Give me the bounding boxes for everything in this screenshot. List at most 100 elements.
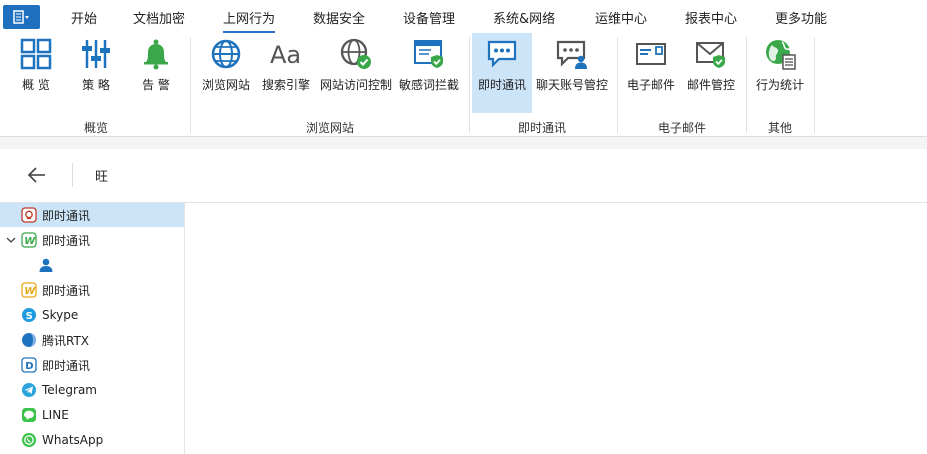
tree-item-skype[interactable]: S Skype xyxy=(0,303,184,327)
group-label-other: 其他 xyxy=(767,121,792,135)
telegram-icon xyxy=(21,382,37,398)
search-engine-label: 搜索引擎 xyxy=(261,78,310,92)
tab-device-management[interactable]: 设备管理 xyxy=(403,8,455,27)
group-separator xyxy=(190,37,191,133)
tree-item-line[interactable]: LINE xyxy=(0,403,184,427)
globe-stats-icon xyxy=(766,40,796,70)
group-label-browse: 浏览网站 xyxy=(305,121,354,135)
tree-item-user[interactable] xyxy=(0,253,184,277)
tree-label: 即时通讯 xyxy=(42,283,91,298)
back-button[interactable] xyxy=(26,164,48,186)
wangwang-w-icon: W xyxy=(21,282,37,298)
policy-label: 策 略 xyxy=(82,78,110,92)
group-separator xyxy=(617,37,618,133)
group-label-im: 即时通讯 xyxy=(517,121,566,135)
content-area xyxy=(186,203,927,454)
chat-account-control-label: 聊天账号管控 xyxy=(535,78,608,92)
chat-bubble-icon xyxy=(487,40,517,68)
tab-doc-encryption[interactable]: 文档加密 xyxy=(133,8,185,27)
dingtalk-d-icon: D xyxy=(21,357,37,373)
email-control-label: 邮件管控 xyxy=(686,78,735,92)
tree-label: 即时通讯 xyxy=(42,233,91,248)
sensitive-word-block-label: 敏感词拦截 xyxy=(398,78,459,92)
window-shield-icon xyxy=(414,40,443,68)
site-access-control-label: 网站访问控制 xyxy=(319,78,392,92)
svg-text:D: D xyxy=(25,361,33,372)
chat-account-control-button[interactable]: 聊天账号管控 xyxy=(534,33,610,113)
tree-item-qq[interactable]: 即时通讯 xyxy=(0,203,184,227)
tree-label: 腾讯RTX xyxy=(42,333,90,348)
tree-label: Telegram xyxy=(42,383,97,397)
sensitive-word-block-button[interactable]: 敏感词拦截 xyxy=(396,33,462,113)
tree-label: WhatsApp xyxy=(42,433,104,447)
svg-text:W: W xyxy=(24,286,36,297)
tab-report-center[interactable]: 报表中心 xyxy=(685,8,737,27)
rtx-icon xyxy=(21,332,37,348)
nav-title: 旺 xyxy=(95,170,109,185)
group-label-overview: 概览 xyxy=(83,121,108,135)
group-separator xyxy=(469,37,470,133)
overview-label: 概 览 xyxy=(22,78,50,92)
user-icon xyxy=(39,258,53,272)
tree-item-dingtalk[interactable]: D 即时通讯 xyxy=(0,353,184,377)
policy-sliders-icon xyxy=(82,40,110,68)
back-arrow-icon xyxy=(27,167,45,183)
tree-item-whatsapp[interactable]: WhatsApp xyxy=(0,428,184,452)
skype-icon: S xyxy=(21,307,37,323)
email-label: 电子邮件 xyxy=(626,78,675,92)
tab-internet-behavior[interactable]: 上网行为 xyxy=(223,8,276,33)
search-engine-aa-icon: Aa xyxy=(270,41,301,69)
browse-sites-button[interactable]: 浏览网站 xyxy=(198,33,254,113)
email-shield-icon xyxy=(696,42,725,68)
tree-label: 即时通讯 xyxy=(42,358,91,373)
divider-band xyxy=(0,137,927,149)
tab-ops-center[interactable]: 运维中心 xyxy=(595,8,647,27)
svg-text:S: S xyxy=(26,311,33,322)
svg-text:W: W xyxy=(24,236,36,247)
site-access-control-button[interactable]: 网站访问控制 xyxy=(318,33,394,113)
email-icon xyxy=(636,43,666,65)
tree-item-wechat[interactable]: W 即时通讯 xyxy=(0,228,184,252)
qq-icon xyxy=(21,207,37,223)
svg-text:Aa: Aa xyxy=(270,41,301,69)
line-icon xyxy=(21,407,37,423)
whatsapp-icon xyxy=(21,432,37,448)
menu-bar: 开始 文档加密 上网行为 数据安全 设备管理 系统&网络 运维中心 报表中心 更… xyxy=(0,0,927,33)
wechat-w-icon: W xyxy=(21,232,37,248)
alert-button[interactable]: 告 警 xyxy=(130,33,182,113)
globe-icon xyxy=(211,39,241,69)
tree-item-rtx[interactable]: 腾讯RTX xyxy=(0,328,184,352)
chat-user-icon xyxy=(556,40,587,69)
alert-label: 告 警 xyxy=(142,78,170,92)
browse-sites-label: 浏览网站 xyxy=(201,78,250,92)
email-control-button[interactable]: 邮件管控 xyxy=(682,33,740,113)
group-label-email: 电子邮件 xyxy=(657,121,706,135)
tree-item-telegram[interactable]: Telegram xyxy=(0,378,184,402)
search-engine-button[interactable]: Aa 搜索引擎 xyxy=(258,33,314,113)
chevron-down-icon[interactable] xyxy=(5,234,17,246)
tree-item-wangwang[interactable]: W 即时通讯 xyxy=(0,278,184,302)
nav-separator xyxy=(72,163,73,187)
app-menu-icon xyxy=(12,10,29,24)
tree-label: LINE xyxy=(42,408,69,422)
group-separator xyxy=(814,37,815,133)
app-menu-button[interactable] xyxy=(3,5,40,29)
tree-label: 即时通讯 xyxy=(42,208,91,223)
instant-messaging-button[interactable]: 即时通讯 xyxy=(472,33,532,113)
tab-more-features[interactable]: 更多功能 xyxy=(775,8,827,27)
email-button[interactable]: 电子邮件 xyxy=(622,33,680,113)
alert-bell-icon xyxy=(144,39,168,70)
overview-button[interactable]: 概 览 xyxy=(10,33,62,113)
app-tree: 即时通讯 W 即时通讯 W 即时通讯 S Skype 腾讯RTX D 即时通讯 … xyxy=(0,203,185,454)
overview-grid-icon xyxy=(20,38,52,70)
tab-start[interactable]: 开始 xyxy=(71,8,97,27)
behavior-stats-button[interactable]: 行为统计 xyxy=(752,33,808,113)
tree-label: Skype xyxy=(42,308,79,322)
tab-data-security[interactable]: 数据安全 xyxy=(313,8,365,27)
instant-messaging-label: 即时通讯 xyxy=(477,78,526,92)
ribbon: 概 览 策 略 告 警 浏览网站 Aa 搜索引擎 网站访问控制 敏感词拦截 即时… xyxy=(0,33,927,137)
globe-check-icon xyxy=(340,38,371,69)
policy-button[interactable]: 策 略 xyxy=(70,33,122,113)
nav-bar: 旺 xyxy=(0,149,927,203)
tab-system-network[interactable]: 系统&网络 xyxy=(493,8,555,27)
